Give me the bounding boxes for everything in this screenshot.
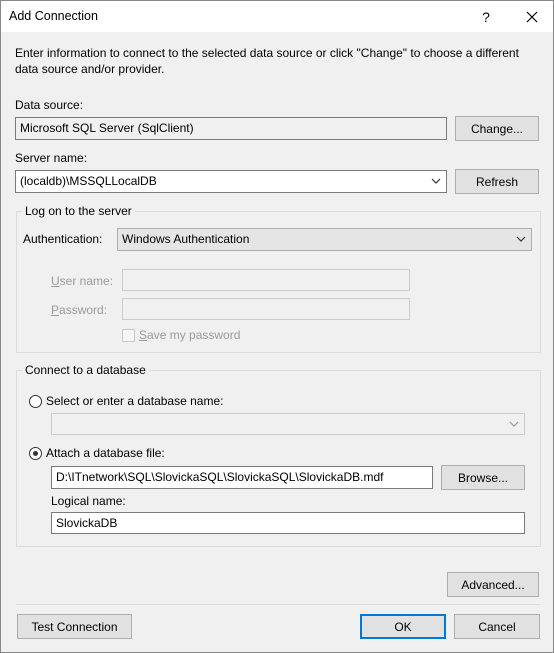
server-name-value: (localdb)\MSSQLLocalDB bbox=[20, 174, 157, 188]
help-icon: ? bbox=[482, 8, 490, 25]
attach-file-radio[interactable] bbox=[29, 447, 42, 460]
username-input[interactable] bbox=[122, 269, 410, 291]
chevron-down-icon[interactable] bbox=[516, 235, 526, 243]
authentication-label: Authentication: bbox=[23, 232, 103, 246]
data-source-label: Data source: bbox=[15, 98, 84, 112]
logon-group-title: Log on to the server bbox=[22, 204, 135, 218]
test-connection-button[interactable]: Test Connection bbox=[17, 614, 132, 639]
cancel-button[interactable]: Cancel bbox=[454, 614, 540, 639]
footer-divider bbox=[16, 604, 540, 605]
password-label: Password: bbox=[51, 303, 108, 317]
advanced-button[interactable]: Advanced... bbox=[447, 572, 539, 597]
chevron-down-icon[interactable] bbox=[509, 420, 519, 428]
database-name-combo[interactable] bbox=[51, 413, 525, 435]
select-database-radio[interactable] bbox=[29, 395, 42, 408]
password-input[interactable] bbox=[122, 298, 410, 320]
database-file-path-input[interactable]: D:\ITnetwork\SQL\SlovickaSQL\SlovickaSQL… bbox=[51, 466, 433, 489]
ok-button[interactable]: OK bbox=[360, 614, 446, 639]
database-group-title: Connect to a database bbox=[22, 363, 149, 377]
add-connection-dialog: Add Connection ? Enter information to co… bbox=[0, 0, 554, 653]
save-password-checkbox[interactable] bbox=[122, 329, 135, 342]
server-name-label: Server name: bbox=[15, 151, 88, 165]
close-icon bbox=[526, 11, 538, 22]
logical-name-input[interactable]: SlovickaDB bbox=[51, 512, 525, 534]
username-label: User name: bbox=[51, 274, 114, 288]
help-button[interactable]: ? bbox=[469, 1, 503, 32]
close-button[interactable] bbox=[513, 1, 551, 32]
logical-name-label: Logical name: bbox=[51, 494, 126, 508]
intro-text-line2: data source and/or provider. bbox=[15, 62, 165, 76]
server-name-combo[interactable]: (localdb)\MSSQLLocalDB bbox=[15, 170, 447, 193]
browse-button[interactable]: Browse... bbox=[441, 465, 525, 490]
chevron-down-icon[interactable] bbox=[431, 177, 441, 185]
select-database-label: Select or enter a database name: bbox=[46, 394, 224, 408]
window-title: Add Connection bbox=[9, 9, 98, 23]
authentication-value: Windows Authentication bbox=[122, 232, 250, 246]
intro-text-line1: Enter information to connect to the sele… bbox=[15, 46, 519, 60]
radio-selected-dot bbox=[33, 451, 38, 456]
data-source-field: Microsoft SQL Server (SqlClient) bbox=[15, 117, 447, 140]
change-button[interactable]: Change... bbox=[455, 116, 539, 141]
title-bar: Add Connection ? bbox=[1, 1, 553, 32]
attach-file-label: Attach a database file: bbox=[46, 446, 165, 460]
refresh-button[interactable]: Refresh bbox=[455, 169, 539, 194]
save-password-label: Save my password bbox=[139, 328, 241, 342]
authentication-combo[interactable]: Windows Authentication bbox=[117, 228, 532, 251]
